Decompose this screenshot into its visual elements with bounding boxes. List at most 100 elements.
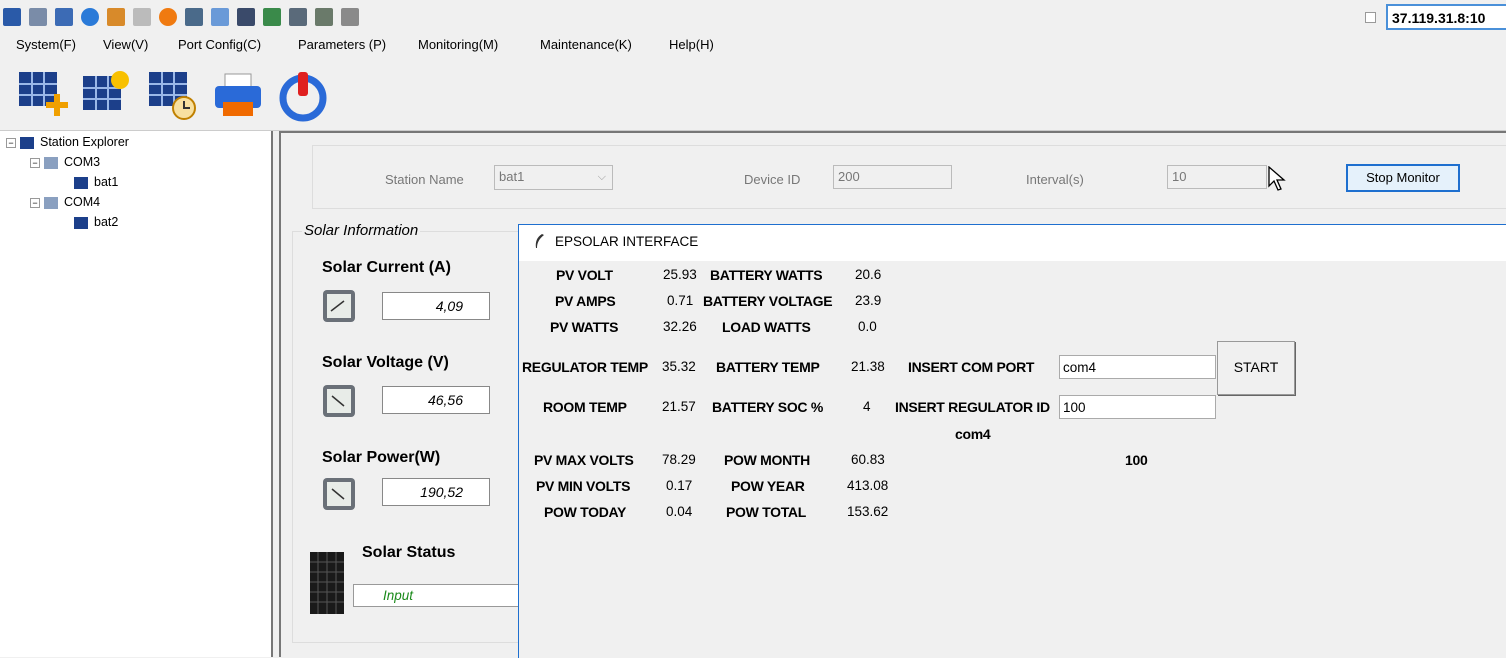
feather-icon (535, 234, 544, 248)
menu-monitoring[interactable]: Monitoring(M) (418, 37, 498, 52)
screen-icon[interactable] (315, 8, 333, 26)
com-port-echo: com4 (955, 426, 991, 442)
load-watts-label: LOAD WATTS (722, 319, 811, 335)
menu-bar: System(F) View(V) Port Config(C) Paramet… (0, 34, 1506, 56)
tree-root-label: Station Explorer (40, 135, 129, 149)
battery-soc-value: 4 (863, 399, 871, 414)
tree-port-label: COM4 (64, 195, 101, 209)
regulator-id-input[interactable] (1059, 395, 1216, 419)
tree-port-com3[interactable]: − COM3 (30, 155, 100, 169)
battery-voltage-value: 23.9 (855, 293, 882, 308)
tree-root[interactable]: − Station Explorer (6, 135, 129, 149)
load-watts-value: 0.0 (858, 319, 877, 334)
menu-parameters[interactable]: Parameters (P) (298, 37, 386, 52)
tools-icon[interactable] (55, 8, 73, 26)
regulator-temp-label: REGULATOR TEMP (522, 359, 648, 375)
remote-address: 37.119.31.8:10 (1386, 4, 1506, 30)
solar-current-label: Solar Current (A) (322, 259, 451, 276)
paint-icon[interactable] (107, 8, 125, 26)
collapse-icon[interactable]: − (30, 157, 40, 168)
mouse-cursor-icon (1268, 166, 1286, 191)
computer-icon[interactable] (237, 8, 255, 26)
battery-temp-label: BATTERY TEMP (716, 359, 820, 375)
pow-year-value: 413.08 (847, 478, 889, 493)
battery-temp-value: 21.38 (851, 359, 885, 374)
pv-max-volts-label: PV MAX VOLTS (534, 452, 634, 468)
pv-max-volts-value: 78.29 (662, 452, 696, 467)
regulator-id-echo: 100 (1125, 452, 1148, 468)
battery-watts-label: BATTERY WATTS (710, 267, 823, 283)
battery-watts-value: 20.6 (855, 267, 882, 282)
export-icon[interactable] (263, 8, 281, 26)
pow-month-value: 60.83 (851, 452, 885, 467)
solar-status-label: Solar Status (362, 544, 456, 561)
com-port-input[interactable] (1059, 355, 1216, 379)
pow-today-label: POW TODAY (544, 504, 627, 520)
collapse-icon[interactable]: − (6, 137, 16, 148)
gauge-icon (323, 290, 355, 322)
pow-month-label: POW MONTH (724, 452, 810, 468)
pv-watts-value: 32.26 (663, 319, 697, 334)
tree-station-bat2[interactable]: bat2 (74, 215, 118, 229)
windows-icon[interactable] (29, 8, 47, 26)
solar-power-label: Solar Power(W) (322, 449, 441, 466)
station-icon (74, 216, 88, 229)
pv-min-volts-value: 0.17 (666, 478, 693, 493)
restore-button[interactable] (1365, 12, 1376, 23)
menu-port-config[interactable]: Port Config(C) (178, 37, 261, 52)
solar-station-icon[interactable] (80, 68, 134, 122)
station-icon (74, 176, 88, 189)
pow-total-label: POW TOTAL (726, 504, 806, 520)
solar-voltage-label: Solar Voltage (V) (322, 354, 449, 371)
schedule-station-icon[interactable] (146, 68, 200, 122)
tree-station-bat1[interactable]: bat1 (74, 175, 118, 189)
monitor-icon[interactable] (3, 8, 21, 26)
port-icon (44, 156, 58, 169)
pow-today-value: 0.04 (666, 504, 693, 519)
print-icon[interactable] (211, 68, 265, 122)
menu-help[interactable]: Help(H) (669, 37, 714, 52)
text-icon[interactable] (289, 8, 307, 26)
chevron-down-icon: ⌵ (597, 171, 606, 183)
printer-icon[interactable] (133, 8, 151, 26)
battery-voltage-label: BATTERY VOLTAGE (703, 293, 833, 309)
quick-icon-bar (0, 2, 480, 32)
tree-port-com4[interactable]: − COM4 (30, 195, 100, 209)
station-name-value: bat1 (499, 169, 525, 184)
interval-field[interactable]: 10 (1167, 165, 1267, 189)
solar-info-title: Solar Information (302, 222, 421, 239)
chat-icon[interactable] (341, 8, 359, 26)
power-icon[interactable] (276, 68, 330, 122)
regulator-temp-value: 35.32 (662, 359, 696, 374)
start-button[interactable]: START (1217, 341, 1295, 395)
pv-volt-value: 25.93 (663, 267, 697, 282)
alert-icon[interactable] (159, 8, 177, 26)
pv-amps-value: 0.71 (667, 293, 694, 308)
pv-amps-label: PV AMPS (555, 293, 616, 309)
regulator-id-label: INSERT REGULATOR ID (895, 399, 1050, 415)
add-station-icon[interactable] (16, 68, 70, 122)
dialog-title: EPSOLAR INTERFACE (555, 234, 699, 249)
solar-power-value: 190,52 (382, 478, 490, 506)
station-name-select[interactable]: bat1 ⌵ (494, 165, 613, 190)
menu-maintenance[interactable]: Maintenance(K) (540, 37, 632, 52)
room-temp-label: ROOM TEMP (543, 399, 627, 415)
network-icon[interactable] (185, 8, 203, 26)
pv-volt-label: PV VOLT (556, 267, 613, 283)
fullscreen-icon[interactable] (211, 8, 229, 26)
solar-voltage-value: 46,56 (382, 386, 490, 414)
battery-soc-label: BATTERY SOC % (712, 399, 823, 415)
com-port-label: INSERT COM PORT (908, 359, 1035, 375)
tree-port-label: COM3 (64, 155, 101, 169)
menu-system[interactable]: System(F) (16, 37, 76, 52)
solar-panel-icon (310, 552, 344, 614)
collapse-icon[interactable]: − (30, 197, 40, 208)
refresh-icon[interactable] (81, 8, 99, 26)
stop-monitor-button[interactable]: Stop Monitor (1346, 164, 1460, 192)
menu-view[interactable]: View(V) (103, 37, 148, 52)
station-icon (20, 136, 34, 149)
solar-current-value: 4,09 (382, 292, 490, 320)
pv-min-volts-label: PV MIN VOLTS (536, 478, 631, 494)
gauge-icon (323, 478, 355, 510)
device-id-field[interactable]: 200 (833, 165, 952, 189)
